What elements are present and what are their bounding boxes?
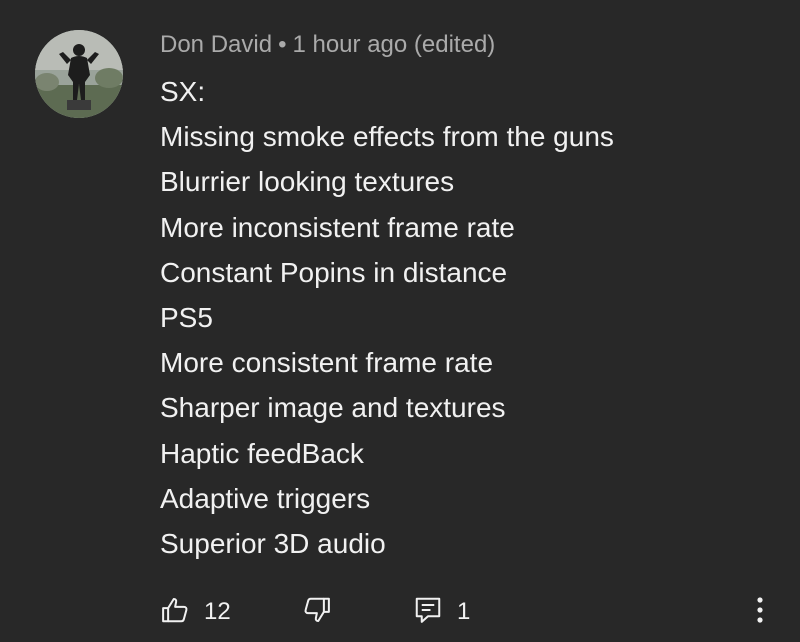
comment-time[interactable]: 1 hour ago [292, 31, 407, 58]
avatar-photo [35, 30, 123, 118]
thumbs-up-icon [160, 595, 190, 630]
comment-line: SX: [160, 76, 206, 107]
comment-icon [413, 595, 443, 630]
meta-separator: • [278, 31, 287, 58]
comment-line: Constant Popins in distance [160, 256, 508, 288]
thumbs-down-icon [302, 595, 332, 630]
comment-line: Adaptive triggers [160, 482, 371, 514]
comment-line: Blurrier looking textures [160, 166, 455, 198]
edited-label: (edited) [413, 31, 496, 58]
comment-line: More inconsistent frame rate [160, 211, 515, 243]
author-name[interactable]: Don David [160, 31, 272, 58]
comment-line: PS5 [160, 302, 213, 334]
like-count: 12 [204, 598, 231, 625]
more-options-button[interactable] [748, 592, 772, 632]
comment-actions: 12 1 [160, 592, 780, 632]
comment-line: Superior 3D audio [160, 528, 386, 560]
comment-line: Haptic feedBack [160, 437, 364, 469]
like-button[interactable]: 12 [160, 592, 231, 632]
replies-button[interactable]: 1 [413, 592, 470, 632]
reply-count: 1 [457, 598, 471, 625]
comment-line: Missing smoke effects from the guns [160, 121, 614, 153]
more-vertical-icon [748, 595, 772, 630]
avatar[interactable] [35, 30, 123, 118]
comment-line: More consistent frame rate [160, 347, 494, 379]
comment-card: Don David • 1 hour ago (edited) SX: Missin… [0, 0, 800, 642]
comment-text: SX: Missing smoke effects from the guns … [160, 69, 614, 566]
comment-header: Don David • 1 hour ago (edited) [160, 30, 495, 60]
comment-line: Sharper image and textures [160, 392, 506, 424]
dislike-button[interactable] [302, 592, 332, 632]
